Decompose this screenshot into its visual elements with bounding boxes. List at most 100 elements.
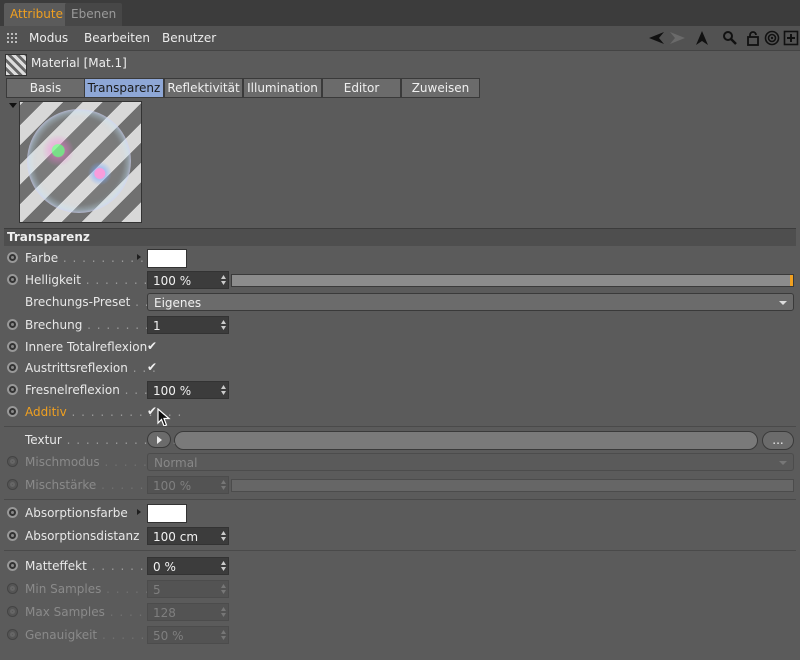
checkmark-icon[interactable]: ✔ bbox=[147, 339, 157, 353]
up-arrow-icon[interactable] bbox=[694, 30, 710, 46]
param-label: Brechungs-Preset . . bbox=[25, 295, 150, 309]
param-label: Absorptionsfarbe bbox=[25, 506, 128, 520]
spinner-icon[interactable] bbox=[221, 320, 226, 330]
texture-field[interactable] bbox=[174, 431, 758, 450]
spinner-icon[interactable] bbox=[221, 607, 226, 617]
forward-arrow-dim-icon[interactable] bbox=[668, 30, 686, 46]
keyframe-radio-icon[interactable] bbox=[7, 530, 18, 541]
checkmark-icon[interactable]: ✔ bbox=[147, 404, 157, 418]
param-label: Farbe . . . . . . . . . . . bbox=[25, 251, 165, 265]
keyframe-radio-icon[interactable] bbox=[7, 629, 18, 640]
tab-attribute[interactable]: Attribute bbox=[4, 3, 69, 26]
param-absorptionsdistanz: Absorptionsdistanz 100 cm bbox=[0, 527, 800, 547]
param-farbe: Farbe . . . . . . . . . . . bbox=[0, 249, 800, 269]
keyframe-radio-icon[interactable] bbox=[7, 384, 18, 395]
helligkeit-slider[interactable] bbox=[231, 274, 794, 287]
tab-ebenen[interactable]: Ebenen bbox=[65, 3, 123, 26]
max-samples-input[interactable]: 128 bbox=[147, 603, 229, 621]
matteffekt-input[interactable]: 0 % bbox=[147, 557, 229, 575]
param-helligkeit: Helligkeit . . . . . . . . . 100 % bbox=[0, 271, 800, 291]
spinner-icon[interactable] bbox=[221, 630, 226, 640]
back-arrow-icon[interactable] bbox=[648, 30, 666, 46]
keyframe-radio-icon[interactable] bbox=[7, 341, 18, 352]
param-additiv: Additiv . . . . . . . . . . . . ✔ bbox=[0, 403, 800, 423]
search-icon[interactable] bbox=[722, 30, 738, 46]
spinner-icon[interactable] bbox=[221, 480, 226, 490]
checkmark-icon[interactable]: ✔ bbox=[147, 360, 157, 374]
keyframe-radio-icon[interactable] bbox=[7, 507, 18, 518]
param-brechungs-preset: Brechungs-Preset . . Eigenes bbox=[0, 293, 800, 313]
color-swatch[interactable] bbox=[147, 249, 187, 268]
param-max-samples: Max Samples . . . . . . 128 bbox=[0, 603, 800, 623]
spinner-icon[interactable] bbox=[221, 584, 226, 594]
absorptionsdistanz-input[interactable]: 100 cm bbox=[147, 527, 229, 545]
param-label: Mischmodus . . . . . . . bbox=[25, 455, 168, 469]
brechungs-preset-dropdown[interactable]: Eigenes bbox=[147, 293, 794, 311]
tab-basis[interactable]: Basis bbox=[6, 78, 85, 98]
material-icon bbox=[5, 54, 27, 76]
keyframe-radio-icon[interactable] bbox=[7, 479, 18, 490]
param-absorptionsfarbe: Absorptionsfarbe bbox=[0, 504, 800, 524]
grip-icon[interactable] bbox=[7, 33, 17, 43]
divider bbox=[4, 426, 796, 427]
expand-triangle-icon[interactable] bbox=[137, 509, 141, 515]
tab-editor[interactable]: Editor bbox=[322, 78, 401, 98]
material-title: Material [Mat.1] bbox=[31, 56, 127, 70]
param-label: Fresnelreflexion . . . . bbox=[25, 383, 159, 397]
material-preview[interactable] bbox=[19, 101, 142, 223]
keyframe-radio-icon[interactable] bbox=[7, 362, 18, 373]
keyframe-radio-icon[interactable] bbox=[7, 606, 18, 617]
param-min-samples: Min Samples . . . . . . 5 bbox=[0, 580, 800, 600]
fresnelreflexion-input[interactable]: 100 % bbox=[147, 381, 229, 399]
keyframe-radio-icon[interactable] bbox=[7, 406, 18, 417]
helligkeit-input[interactable]: 100 % bbox=[147, 271, 229, 289]
preview-collapse-icon[interactable] bbox=[9, 103, 17, 108]
panel-tabbar: Attribute Ebenen bbox=[0, 0, 800, 26]
keyframe-radio-icon[interactable] bbox=[7, 252, 18, 263]
color-swatch[interactable] bbox=[147, 504, 187, 523]
divider bbox=[4, 550, 796, 551]
spinner-icon[interactable] bbox=[221, 385, 226, 395]
section-header: Transparenz bbox=[4, 228, 796, 246]
menu-bearbeiten[interactable]: Bearbeiten bbox=[84, 26, 150, 50]
spinner-icon[interactable] bbox=[221, 531, 226, 541]
param-label: Max Samples . . . . . . bbox=[25, 605, 163, 619]
play-arrow-icon bbox=[157, 436, 162, 444]
spinner-icon[interactable] bbox=[221, 275, 226, 285]
new-panel-icon[interactable] bbox=[783, 30, 799, 46]
mischmodus-dropdown[interactable]: Normal bbox=[147, 453, 794, 471]
param-brechung: Brechung . . . . . . . . . . 1 bbox=[0, 316, 800, 336]
tab-transparenz[interactable]: Transparenz bbox=[84, 78, 164, 98]
param-fresnelreflexion: Fresnelreflexion . . . . 100 % bbox=[0, 381, 800, 401]
genauigkeit-input[interactable]: 50 % bbox=[147, 626, 229, 644]
tab-illumination[interactable]: Illumination bbox=[243, 78, 322, 98]
divider bbox=[4, 499, 796, 500]
tab-reflektivitaet[interactable]: Reflektivität bbox=[164, 78, 243, 98]
keyframe-radio-icon[interactable] bbox=[7, 583, 18, 594]
keyframe-radio-icon[interactable] bbox=[7, 456, 18, 467]
menu-benutzer[interactable]: Benutzer bbox=[162, 26, 216, 50]
mischstaerke-slider[interactable] bbox=[231, 479, 794, 492]
mischstaerke-input[interactable]: 100 % bbox=[147, 476, 229, 494]
expand-triangle-icon[interactable] bbox=[137, 254, 141, 260]
keyframe-radio-icon[interactable] bbox=[7, 274, 18, 285]
min-samples-input[interactable]: 5 bbox=[147, 580, 229, 598]
slider-handle[interactable] bbox=[790, 275, 793, 286]
menu-modus[interactable]: Modus bbox=[29, 26, 68, 50]
texture-browse-button[interactable]: ... bbox=[762, 431, 794, 450]
brechung-input[interactable]: 1 bbox=[147, 316, 229, 334]
param-textur: Textur . . . . . . . . . . . . . ... bbox=[0, 431, 800, 451]
preview-bubble bbox=[27, 109, 131, 213]
slider-fill bbox=[232, 275, 793, 286]
texture-menu-button[interactable] bbox=[147, 431, 171, 448]
spinner-icon[interactable] bbox=[221, 561, 226, 571]
target-icon[interactable] bbox=[764, 30, 780, 46]
lock-icon[interactable] bbox=[745, 30, 761, 46]
tab-zuweisen[interactable]: Zuweisen bbox=[401, 78, 480, 98]
keyframe-radio-icon[interactable] bbox=[7, 560, 18, 571]
keyframe-radio-icon[interactable] bbox=[7, 319, 18, 330]
param-label: Genauigkeit . . . . . . . bbox=[25, 628, 165, 642]
param-matteffekt: Matteffekt . . . . . . . . . 0 % bbox=[0, 557, 800, 577]
chevron-down-icon bbox=[779, 461, 787, 465]
param-innere-totalreflexion: Innere Totalreflexion ✔ bbox=[0, 338, 800, 358]
